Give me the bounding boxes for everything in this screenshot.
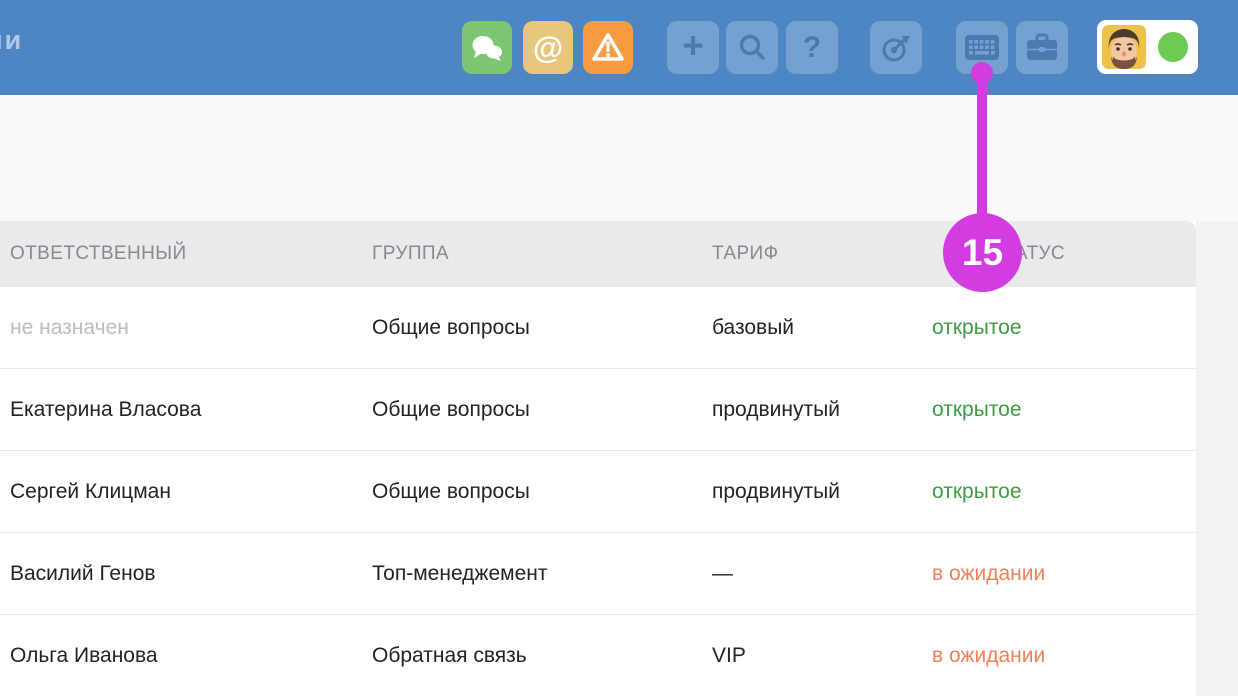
group-cell: Топ-менеджемент: [372, 533, 547, 614]
annotation-pointer-line: [977, 62, 987, 230]
table-body: не назначенОбщие вопросыбазовыйоткрытоеЕ…: [0, 287, 1196, 696]
tickets-table: ОТВЕТСТВЕННЫЙГРУППАТАРИФСТАТУС не назнач…: [0, 221, 1196, 696]
create-ticket-button[interactable]: +: [667, 21, 719, 74]
column-header[interactable]: ОТВЕТСТВЕННЫЙ: [10, 221, 187, 287]
assignee-cell: Ольга Иванова: [10, 615, 158, 696]
assignee-cell: Василий Генов: [10, 533, 156, 614]
annotation-pointer-cap: [971, 62, 993, 84]
assignee-cell: Сергей Клицман: [10, 451, 171, 532]
group-cell: Обратная связь: [372, 615, 527, 696]
annotation-step-number: 15: [962, 232, 1003, 274]
column-header[interactable]: ТАРИФ: [712, 221, 778, 287]
table-row[interactable]: Василий Генов Топ-менеджемент — в ожидании: [0, 533, 1196, 615]
online-status-dot: [1158, 32, 1188, 62]
status-cell: открытое: [932, 369, 1022, 450]
page-background: [1196, 221, 1238, 696]
search-button[interactable]: [726, 21, 778, 74]
target-icon: [880, 32, 912, 64]
group-cell: Общие вопросы: [372, 287, 530, 368]
table-row[interactable]: не назначен Общие вопросы базовый открытое: [0, 287, 1196, 369]
topbar: ии @ +: [0, 0, 1238, 95]
mentions-button[interactable]: @: [523, 21, 573, 74]
warning-triangle-icon: [591, 32, 625, 63]
table-row[interactable]: Екатерина Власова Общие вопросы продвинуты…: [0, 369, 1196, 451]
question-icon: ?: [803, 31, 821, 65]
avatar: [1102, 25, 1146, 69]
at-icon: @: [533, 30, 563, 66]
tariff-cell: продвинутый: [712, 369, 840, 450]
chat-button[interactable]: [462, 21, 512, 74]
search-icon: [737, 33, 767, 63]
apps-button[interactable]: [1016, 21, 1068, 74]
status-cell: открытое: [932, 451, 1022, 532]
keyboard-icon: [964, 34, 1000, 61]
chat-bubbles-icon: [470, 34, 504, 62]
tariff-cell: VIP: [712, 615, 746, 696]
plus-icon: +: [682, 25, 704, 67]
status-cell: в ожидании: [932, 533, 1045, 614]
table-row[interactable]: Сергей Клицман Общие вопросы продвинутый от…: [0, 451, 1196, 533]
assignee-cell: не назначен: [10, 287, 129, 368]
tariff-cell: —: [712, 533, 733, 614]
help-button[interactable]: ?: [786, 21, 838, 74]
goals-button[interactable]: [870, 21, 922, 74]
group-cell: Общие вопросы: [372, 369, 530, 450]
tariff-cell: продвинутый: [712, 451, 840, 532]
assignee-cell: Екатерина Власова: [10, 369, 201, 450]
alerts-button[interactable]: [583, 21, 633, 74]
status-cell: в ожидании: [932, 615, 1045, 696]
toolbar: сортировать по: времени последнего ответ…: [0, 95, 1238, 221]
table-row[interactable]: Ольга Иванова Обратная связь VIP в ожидании: [0, 615, 1196, 696]
briefcase-icon: [1025, 32, 1059, 63]
annotation-step-badge[interactable]: 15: [943, 213, 1022, 292]
tariff-cell: базовый: [712, 287, 794, 368]
column-header[interactable]: ГРУППА: [372, 221, 449, 287]
user-menu[interactable]: [1097, 20, 1198, 74]
status-cell: открытое: [932, 287, 1022, 368]
page-title: ии: [0, 25, 23, 56]
group-cell: Общие вопросы: [372, 451, 530, 532]
